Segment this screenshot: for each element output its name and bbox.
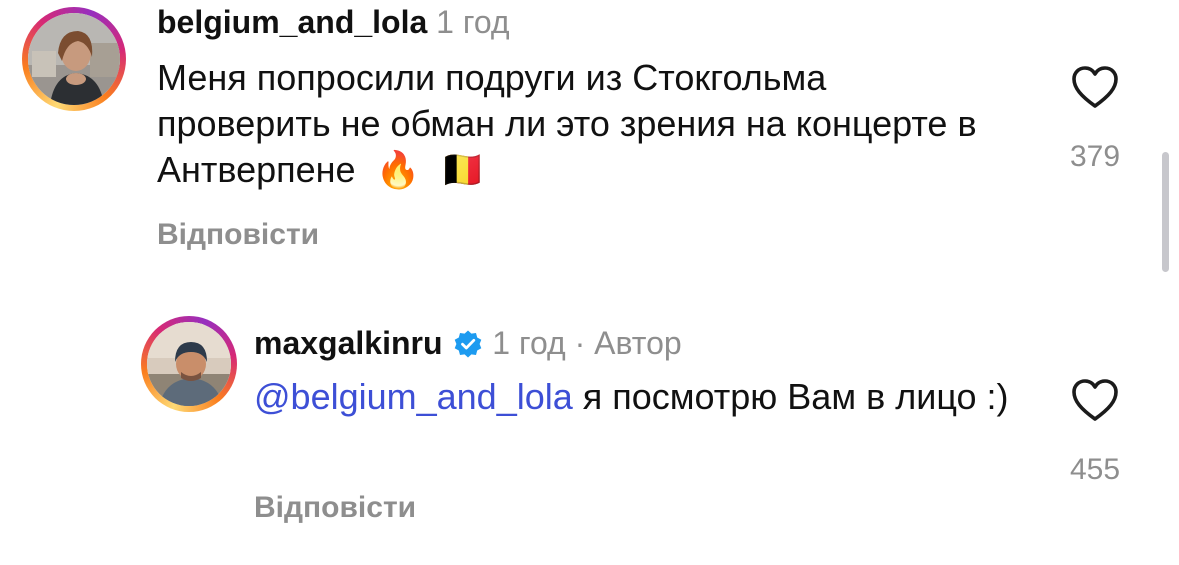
like-count: 455 (1069, 453, 1121, 486)
profile-photo-man (147, 322, 231, 406)
comment-text-block: Меня попросили подруги из Стокгольма про… (157, 55, 987, 193)
comment-text-block: @belgium_and_lola я посмотрю Вам в лицо … (254, 374, 1014, 420)
comment-username[interactable]: maxgalkinru (254, 325, 443, 361)
like-count: 379 (1069, 140, 1121, 173)
comment-username[interactable]: belgium_and_lola (157, 4, 427, 40)
mention-link[interactable]: @belgium_and_lola (254, 376, 573, 417)
comment-text: я посмотрю Вам в лицо :) (582, 376, 1009, 417)
belgium-flag-icon: 🇧🇪 (440, 149, 486, 190)
comment-text: Меня попросили подруги из Стокгольма про… (157, 57, 977, 190)
author-badge: Автор (594, 325, 682, 361)
heart-icon[interactable] (1071, 379, 1119, 423)
meta-separator: · (574, 325, 586, 361)
reply-button[interactable]: Відповісти (254, 491, 416, 525)
verified-badge-icon (455, 330, 482, 358)
avatar[interactable] (22, 7, 126, 111)
fire-emoji-icon: 🔥 (375, 149, 421, 190)
comment-time: 1 год (492, 325, 566, 361)
comment-time: 1 год (436, 4, 510, 40)
heart-icon[interactable] (1071, 66, 1119, 110)
scrollbar[interactable] (1162, 152, 1169, 272)
profile-photo-woman (28, 13, 120, 105)
reply-button[interactable]: Відповісти (157, 218, 319, 252)
avatar[interactable] (141, 316, 237, 412)
